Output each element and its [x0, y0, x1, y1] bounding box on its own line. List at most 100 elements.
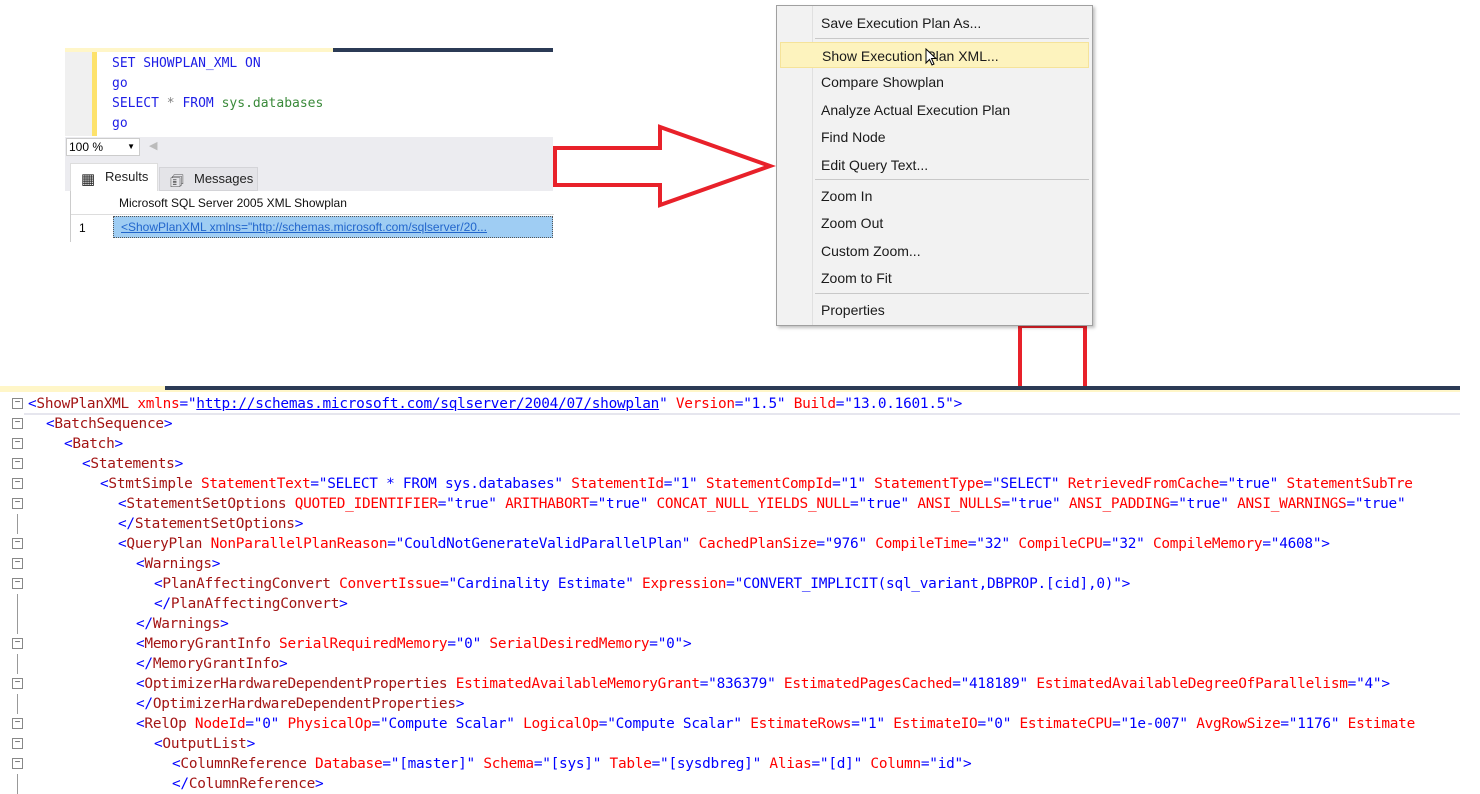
xml-line: </ColumnReference> [28, 774, 323, 794]
xml-b-token: </ [154, 596, 171, 612]
xml-val-token: 976 [833, 536, 858, 552]
xml-attr-token: SerialDesiredMemory [489, 636, 649, 652]
xml-b-token: =" [812, 756, 829, 772]
xml-val-token: id [938, 756, 955, 772]
xml-line: <ShowPlanXML xmlns="http://schemas.micro… [28, 394, 962, 414]
xml-b-token: > [164, 416, 172, 432]
xml-attr-token: QUOTED_IDENTIFIER [295, 496, 438, 512]
menu-item-zoom-in[interactable]: Zoom In [780, 183, 1089, 209]
xml-val-token: 1e-007 [1129, 716, 1179, 732]
xml-b-token: " [753, 756, 770, 772]
xml-b-token: </ [172, 776, 189, 792]
xml-b-token: " [1020, 676, 1037, 692]
xml-tag-token: MemoryGrantInfo [144, 636, 279, 652]
menu-item-properties[interactable]: Properties [780, 297, 1089, 323]
xml-b-token: =" [310, 476, 327, 492]
xml-val-token: 1 [681, 476, 689, 492]
xml-line: <QueryPlan NonParallelPlanReason="CouldN… [28, 534, 1330, 554]
collapse-icon[interactable]: − [12, 558, 23, 569]
collapse-icon[interactable]: − [12, 498, 23, 509]
xml-val-token: [d] [828, 756, 853, 772]
collapse-icon[interactable]: − [12, 538, 23, 549]
collapse-icon[interactable]: − [12, 578, 23, 589]
xml-val-token: [master] [399, 756, 466, 772]
menu-item-zoom-out[interactable]: Zoom Out [780, 210, 1089, 236]
xml-tag-token: PlanAffectingConvert [171, 596, 339, 612]
xml-attr-token: EstimateRows [750, 716, 851, 732]
xml-val-token: 0 [994, 716, 1002, 732]
xml-attr-token: ARITHABORT [505, 496, 589, 512]
xml-val-token: 0 [262, 716, 270, 732]
xml-line: <BatchSequence> [28, 414, 172, 434]
xml-tag-token: Warnings [144, 556, 211, 572]
xml-b-token: " [1052, 496, 1069, 512]
xml-b-token: =" [245, 716, 262, 732]
collapse-icon[interactable]: − [12, 758, 23, 769]
menu-item-save-execution-plan-as[interactable]: Save Execution Plan As... [780, 10, 1089, 36]
xml-attr-token: CachedPlanSize [699, 536, 817, 552]
xml-line: </StatementSetOptions> [28, 514, 303, 534]
fold-guide [17, 514, 18, 534]
xml-b-token: > [295, 516, 303, 532]
collapse-icon[interactable]: − [12, 438, 23, 449]
collapse-icon[interactable]: − [12, 418, 23, 429]
xml-attr-token: Column [870, 756, 920, 772]
xml-line: </MemoryGrantInfo> [28, 654, 287, 674]
xml-attr-token: Schema [483, 756, 533, 772]
collapse-icon[interactable]: − [12, 678, 23, 689]
xml-b-token: =" [382, 756, 399, 772]
collapse-icon[interactable]: − [12, 398, 23, 409]
xml-b-token: " [473, 636, 490, 652]
xml-attr-token: CompileTime [875, 536, 968, 552]
collapse-icon[interactable]: − [12, 458, 23, 469]
xml-b-token: " [1051, 476, 1068, 492]
xml-b-token: > [315, 776, 323, 792]
xml-editor[interactable]: <ShowPlanXML xmlns="http://schemas.micro… [0, 386, 1460, 794]
xml-b-token: " [1331, 716, 1348, 732]
xml-val-token: true [606, 496, 640, 512]
xml-line: <RelOp NodeId="0" PhysicalOp="Compute Sc… [28, 714, 1415, 734]
xml-attr-token: RetrievedFromCache [1068, 476, 1219, 492]
xml-attr-token: Expression [642, 576, 726, 592]
menu-item-compare-showplan[interactable]: Compare Showplan [780, 69, 1089, 95]
fold-guide [17, 654, 18, 674]
menu-item-analyze-actual-execution-plan[interactable]: Analyze Actual Execution Plan [780, 97, 1089, 123]
xml-b-token: =" [816, 536, 833, 552]
xml-attr-token: SerialRequiredMemory [279, 636, 447, 652]
menu-item-find-node[interactable]: Find Node [780, 124, 1089, 150]
xml-attr-token: EstimateCPU [1020, 716, 1113, 732]
xml-b-token: " [1136, 536, 1153, 552]
collapse-icon[interactable]: − [12, 478, 23, 489]
xml-b-token: </ [136, 616, 153, 632]
xml-line: <OutputList> [28, 734, 255, 754]
menu-item-edit-query-text[interactable]: Edit Query Text... [780, 152, 1089, 178]
collapse-icon[interactable]: − [12, 738, 23, 749]
xml-link-token[interactable]: http://schemas.microsoft.com/sqlserver/2… [196, 396, 659, 412]
menu-item-custom-zoom[interactable]: Custom Zoom... [780, 238, 1089, 264]
xml-attr-token: NonParallelPlanReason [211, 536, 388, 552]
xml-tag-token: QueryPlan [126, 536, 210, 552]
xml-b-token: =" [1348, 676, 1365, 692]
xml-val-token: true [1187, 496, 1221, 512]
collapse-icon[interactable]: − [12, 638, 23, 649]
xml-b-token: =" [664, 476, 681, 492]
xml-b-token: =" [1170, 496, 1187, 512]
xml-attr-token: AvgRowSize [1196, 716, 1280, 732]
xml-b-token: " [1397, 496, 1405, 512]
xml-attr-token: StatementType [874, 476, 983, 492]
xml-val-token: 0 [464, 636, 472, 652]
xml-val-token: Compute Scalar [388, 716, 506, 732]
xml-b-token: "> [675, 636, 692, 652]
menu-item-zoom-to-fit[interactable]: Zoom to Fit [780, 265, 1089, 291]
xml-val-token: Compute Scalar [616, 716, 734, 732]
xml-b-token: " [733, 716, 750, 732]
xml-b-token: " [1270, 476, 1287, 492]
menu-separator [815, 179, 1089, 180]
xml-b-token: =" [1102, 536, 1119, 552]
xml-val-token: true [455, 496, 489, 512]
xml-line: </PlanAffectingConvert> [28, 594, 348, 614]
collapse-icon[interactable]: − [12, 718, 23, 729]
xml-tag-token: OptimizerHardwareDependentProperties [153, 696, 456, 712]
xml-line: <Statements> [28, 454, 183, 474]
xml-b-token: " [467, 756, 484, 772]
